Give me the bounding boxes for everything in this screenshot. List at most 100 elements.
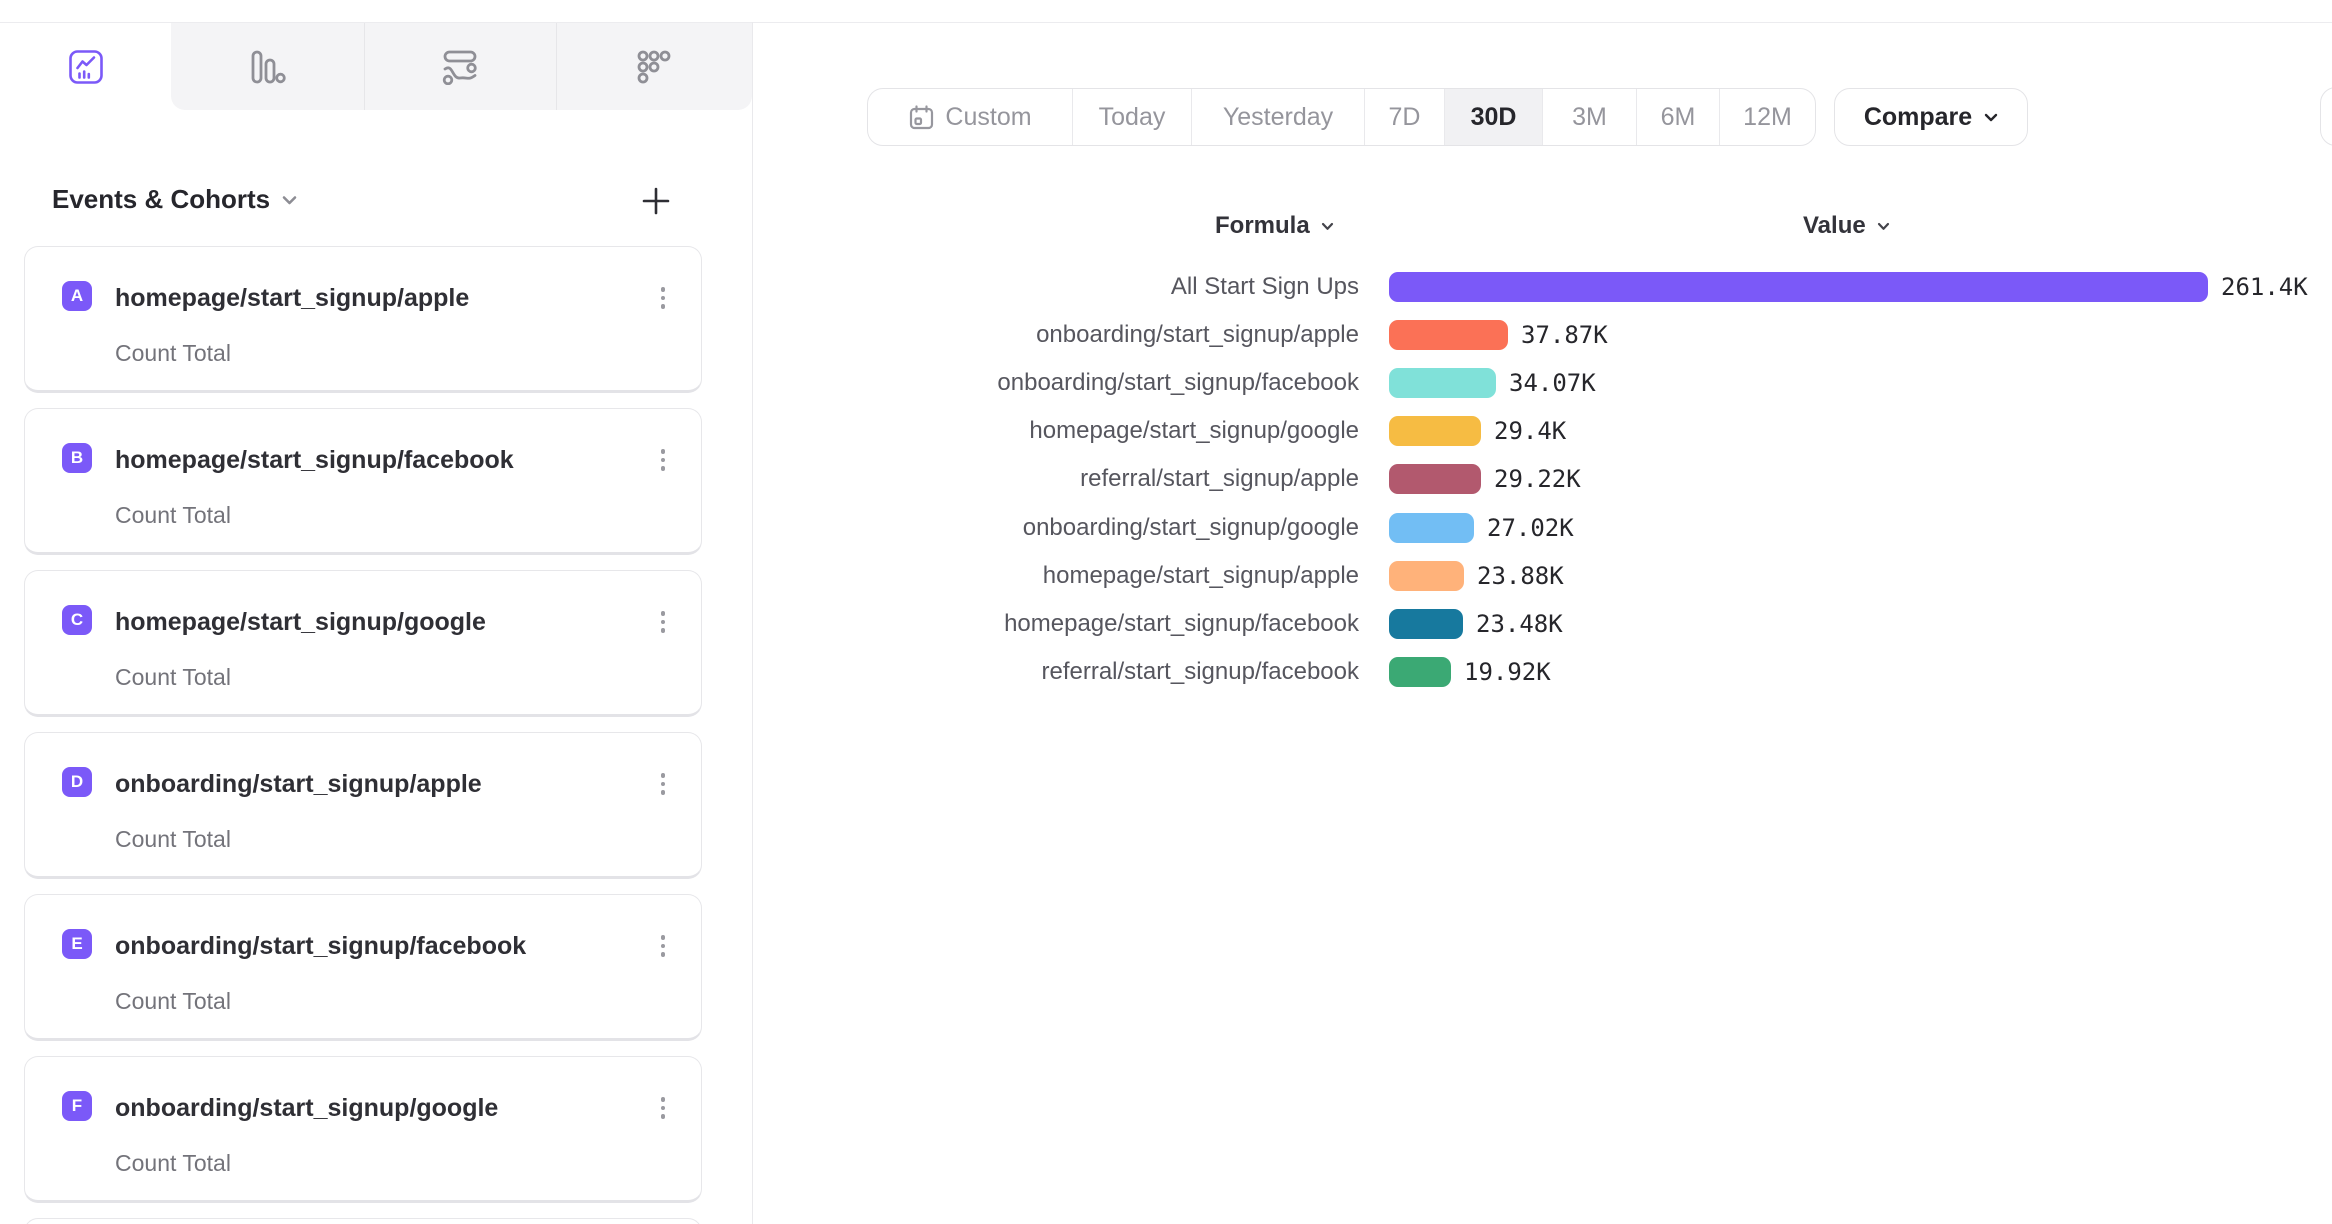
event-card[interactable]: Fonboarding/start_signup/google Count Tot… bbox=[24, 1056, 702, 1203]
series-label: All Start Sign Ups bbox=[752, 273, 1359, 301]
kebab-menu-icon[interactable] bbox=[653, 929, 673, 963]
series-bar[interactable] bbox=[1389, 320, 1508, 350]
event-card[interactable]: Eonboarding/start_signup/facebookCount T… bbox=[24, 894, 702, 1041]
chart-row: homepage/start_signup/apple 23.88K bbox=[752, 552, 2332, 600]
chevron-down-icon bbox=[282, 195, 297, 205]
date-range-label: 12M bbox=[1743, 103, 1792, 132]
date-range-today[interactable]: Today bbox=[1073, 89, 1192, 145]
series-value: 23.48K bbox=[1476, 610, 1563, 638]
formula-column-header[interactable]: Formula bbox=[1215, 212, 1334, 240]
series-bar[interactable] bbox=[1389, 416, 1481, 446]
series-bar[interactable] bbox=[1389, 513, 1474, 543]
series-label: onboarding/start_signup/apple bbox=[752, 321, 1359, 349]
event-card-partial[interactable] bbox=[24, 1218, 702, 1224]
event-name: homepage/start_signup/facebook bbox=[115, 446, 514, 475]
events-cohorts-title: Events & Cohorts bbox=[52, 184, 270, 215]
date-range-custom[interactable]: Custom bbox=[868, 89, 1073, 145]
compare-label: Compare bbox=[1864, 103, 1972, 132]
calendar-icon bbox=[908, 104, 935, 131]
date-range-7d[interactable]: 7D bbox=[1365, 89, 1445, 145]
tab-bar-report[interactable] bbox=[171, 23, 364, 110]
chart-row: referral/start_signup/apple 29.22K bbox=[752, 455, 2332, 503]
event-letter-badge: F bbox=[62, 1091, 92, 1121]
date-range-label: 30D bbox=[1471, 103, 1517, 132]
event-aggregation[interactable]: Count Total bbox=[115, 1150, 231, 1177]
tab-retention[interactable] bbox=[556, 23, 752, 110]
event-aggregation[interactable]: Count Total bbox=[115, 826, 231, 853]
series-label: referral/start_signup/facebook bbox=[752, 658, 1359, 686]
event-aggregation[interactable]: Count Total bbox=[115, 664, 231, 691]
event-letter-badge: B bbox=[62, 443, 92, 473]
event-name: onboarding/start_signup/google bbox=[115, 1094, 498, 1123]
event-letter-badge: D bbox=[62, 767, 92, 797]
bar-chart-icon bbox=[250, 50, 286, 84]
chevron-down-icon bbox=[1877, 222, 1890, 231]
series-value: 29.22K bbox=[1494, 465, 1581, 493]
compare-button[interactable]: Compare bbox=[1834, 88, 2028, 146]
series-bar[interactable] bbox=[1389, 609, 1463, 639]
series-value: 23.88K bbox=[1477, 562, 1564, 590]
series-value: 27.02K bbox=[1487, 514, 1574, 542]
event-aggregation[interactable]: Count Total bbox=[115, 340, 231, 367]
event-aggregation[interactable]: Count Total bbox=[115, 988, 231, 1015]
tab-flows[interactable] bbox=[364, 23, 556, 110]
tab-insights[interactable] bbox=[0, 23, 171, 110]
event-letter-badge: E bbox=[62, 929, 92, 959]
insights-icon bbox=[68, 49, 104, 85]
kebab-menu-icon[interactable] bbox=[653, 767, 673, 801]
date-range-label: 6M bbox=[1661, 103, 1696, 132]
kebab-menu-icon[interactable] bbox=[653, 281, 673, 315]
date-range-label: Yesterday bbox=[1223, 103, 1333, 132]
partial-button-right-edge[interactable] bbox=[2320, 87, 2332, 146]
series-bar[interactable] bbox=[1389, 464, 1481, 494]
event-card[interactable]: Chomepage/start_signup/google Count Total bbox=[24, 570, 702, 717]
series-label: onboarding/start_signup/google bbox=[752, 514, 1359, 542]
series-value: 34.07K bbox=[1509, 369, 1596, 397]
retention-icon bbox=[637, 50, 671, 84]
series-bar[interactable] bbox=[1389, 368, 1496, 398]
series-value: 37.87K bbox=[1521, 321, 1608, 349]
event-letter-badge: A bbox=[62, 281, 92, 311]
add-event-button[interactable] bbox=[639, 184, 673, 218]
date-range-label: 3M bbox=[1572, 103, 1607, 132]
chevron-down-icon bbox=[1321, 222, 1334, 231]
kebab-menu-icon[interactable] bbox=[653, 443, 673, 477]
date-range-label: Today bbox=[1099, 103, 1166, 132]
date-range-3m[interactable]: 3M bbox=[1543, 89, 1637, 145]
events-cohorts-header[interactable]: Events & Cohorts bbox=[52, 184, 297, 215]
insights-report-page: Events & Cohorts Ahomepage/start_signup/… bbox=[0, 0, 2332, 1224]
series-label: homepage/start_signup/google bbox=[752, 417, 1359, 445]
date-range-control: Custom Today Yesterday 7D 30D 3M 6M 12M bbox=[867, 88, 1816, 146]
series-bar[interactable] bbox=[1389, 561, 1464, 591]
formula-header-label: Formula bbox=[1215, 212, 1310, 240]
event-card[interactable]: Bhomepage/start_signup/facebook Count Tot… bbox=[24, 408, 702, 555]
event-letter-badge: C bbox=[62, 605, 92, 635]
date-range-yesterday[interactable]: Yesterday bbox=[1192, 89, 1365, 145]
kebab-menu-icon[interactable] bbox=[653, 1091, 673, 1125]
series-label: homepage/start_signup/facebook bbox=[752, 610, 1359, 638]
date-range-label: Custom bbox=[945, 103, 1031, 132]
event-aggregation[interactable]: Count Total bbox=[115, 502, 231, 529]
date-range-30d[interactable]: 30D bbox=[1445, 89, 1543, 145]
event-name: homepage/start_signup/apple bbox=[115, 284, 469, 313]
series-bar[interactable] bbox=[1389, 272, 2208, 302]
kebab-menu-icon[interactable] bbox=[653, 605, 673, 639]
event-card[interactable]: Ahomepage/start_signup/apple Count Total bbox=[24, 246, 702, 393]
chart-row: referral/start_signup/facebook 19.92K bbox=[752, 648, 2332, 696]
series-value: 261.4K bbox=[2221, 273, 2308, 301]
event-card[interactable]: Donboarding/start_signup/apple Count Tota… bbox=[24, 732, 702, 879]
series-value: 19.92K bbox=[1464, 658, 1551, 686]
date-range-12m[interactable]: 12M bbox=[1720, 89, 1815, 145]
value-header-label: Value bbox=[1803, 212, 1866, 240]
date-range-6m[interactable]: 6M bbox=[1637, 89, 1720, 145]
event-name: homepage/start_signup/google bbox=[115, 608, 486, 637]
chart-row: onboarding/start_signup/facebook34.07K bbox=[752, 359, 2332, 407]
value-column-header[interactable]: Value bbox=[1803, 212, 1890, 240]
chart-row: All Start Sign Ups 261.4K bbox=[752, 263, 2332, 311]
chart-row: homepage/start_signup/google29.4K bbox=[752, 407, 2332, 455]
series-label: homepage/start_signup/apple bbox=[752, 562, 1359, 590]
chart-row: onboarding/start_signup/apple 37.87K bbox=[752, 311, 2332, 359]
series-bar[interactable] bbox=[1389, 657, 1451, 687]
series-label: referral/start_signup/apple bbox=[752, 465, 1359, 493]
event-name: onboarding/start_signup/apple bbox=[115, 770, 482, 799]
